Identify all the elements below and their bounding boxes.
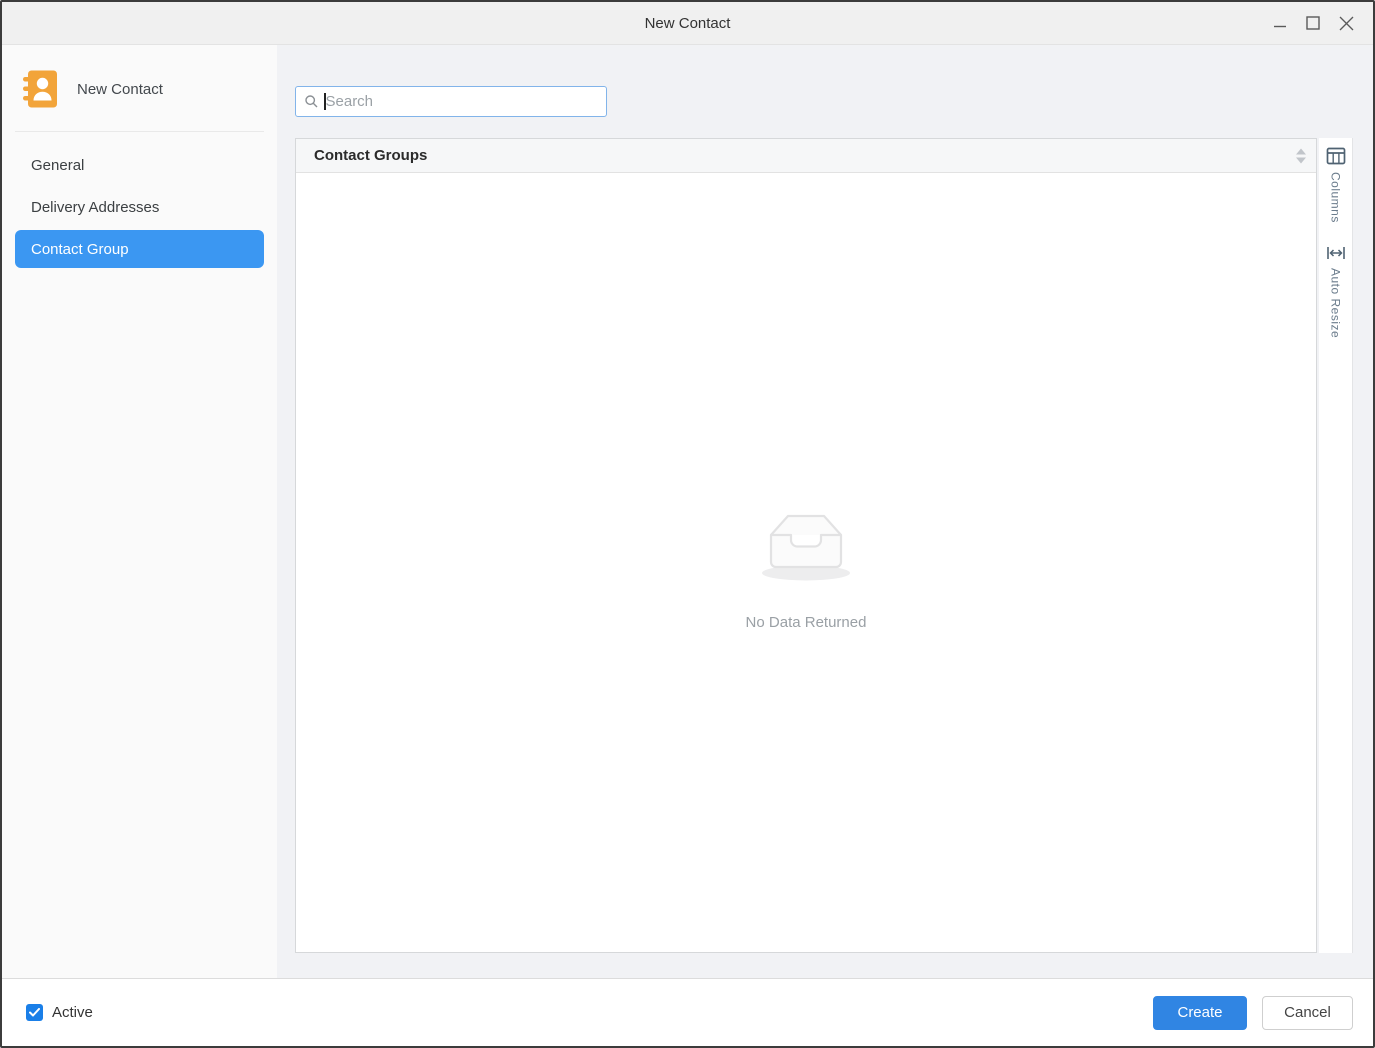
sidebar-divider [15,131,264,132]
contact-groups-table: Contact Groups [295,138,1317,953]
table-area: Contact Groups [295,138,1353,953]
columns-label: Columns [1329,172,1343,223]
empty-state-text: No Data Returned [746,614,867,631]
auto-resize-button[interactable]: Auto Resize [1326,245,1346,338]
footer-bar: Active Create Cancel [2,978,1373,1046]
titlebar: New Contact [2,2,1373,45]
sidebar-title: New Contact [77,81,163,98]
column-header-contact-groups: Contact Groups [314,147,427,164]
maximize-button[interactable] [1304,14,1322,32]
sidebar-item-contact-group[interactable]: Contact Group [15,230,264,268]
close-icon [1339,16,1354,31]
maximize-icon [1306,16,1320,30]
cancel-button[interactable]: Cancel [1262,996,1353,1030]
sidebar-item-general[interactable]: General [15,146,264,184]
main-content: Contact Groups [277,45,1373,978]
auto-resize-label: Auto Resize [1329,268,1343,338]
sort-desc-icon [1296,157,1306,163]
active-checkbox-field[interactable]: Active [26,1004,93,1021]
minimize-button[interactable] [1271,14,1289,32]
minimize-icon [1274,17,1287,30]
columns-icon [1326,147,1346,165]
auto-resize-icon [1326,245,1346,261]
search-icon [305,95,318,108]
search-input[interactable] [326,93,598,110]
window-title: New Contact [645,15,731,32]
table-body: No Data Returned [296,173,1316,952]
sidebar-item-delivery-addresses[interactable]: Delivery Addresses [15,188,264,226]
sidebar-header: New Contact [2,45,277,131]
search-box[interactable] [295,86,607,117]
empty-inbox-icon [750,494,862,582]
sidebar: New Contact General Delivery Addresses C… [2,45,277,978]
active-checkbox-label: Active [52,1004,93,1021]
close-button[interactable] [1337,14,1355,32]
active-checkbox[interactable] [26,1004,43,1021]
columns-button[interactable]: Columns [1326,147,1346,223]
address-book-icon [22,69,60,109]
create-button[interactable]: Create [1153,996,1247,1030]
sort-asc-icon [1296,148,1306,154]
new-contact-dialog: New Contact [0,0,1375,1048]
sort-arrows[interactable] [1296,148,1306,163]
window-controls [1271,2,1355,44]
table-header-row[interactable]: Contact Groups [296,139,1316,173]
sidebar-nav: General Delivery Addresses Contact Group [2,146,277,272]
empty-state: No Data Returned [746,494,867,631]
checkmark-icon [29,1008,40,1017]
table-side-toolbar: Columns Auto Resize [1319,138,1353,953]
